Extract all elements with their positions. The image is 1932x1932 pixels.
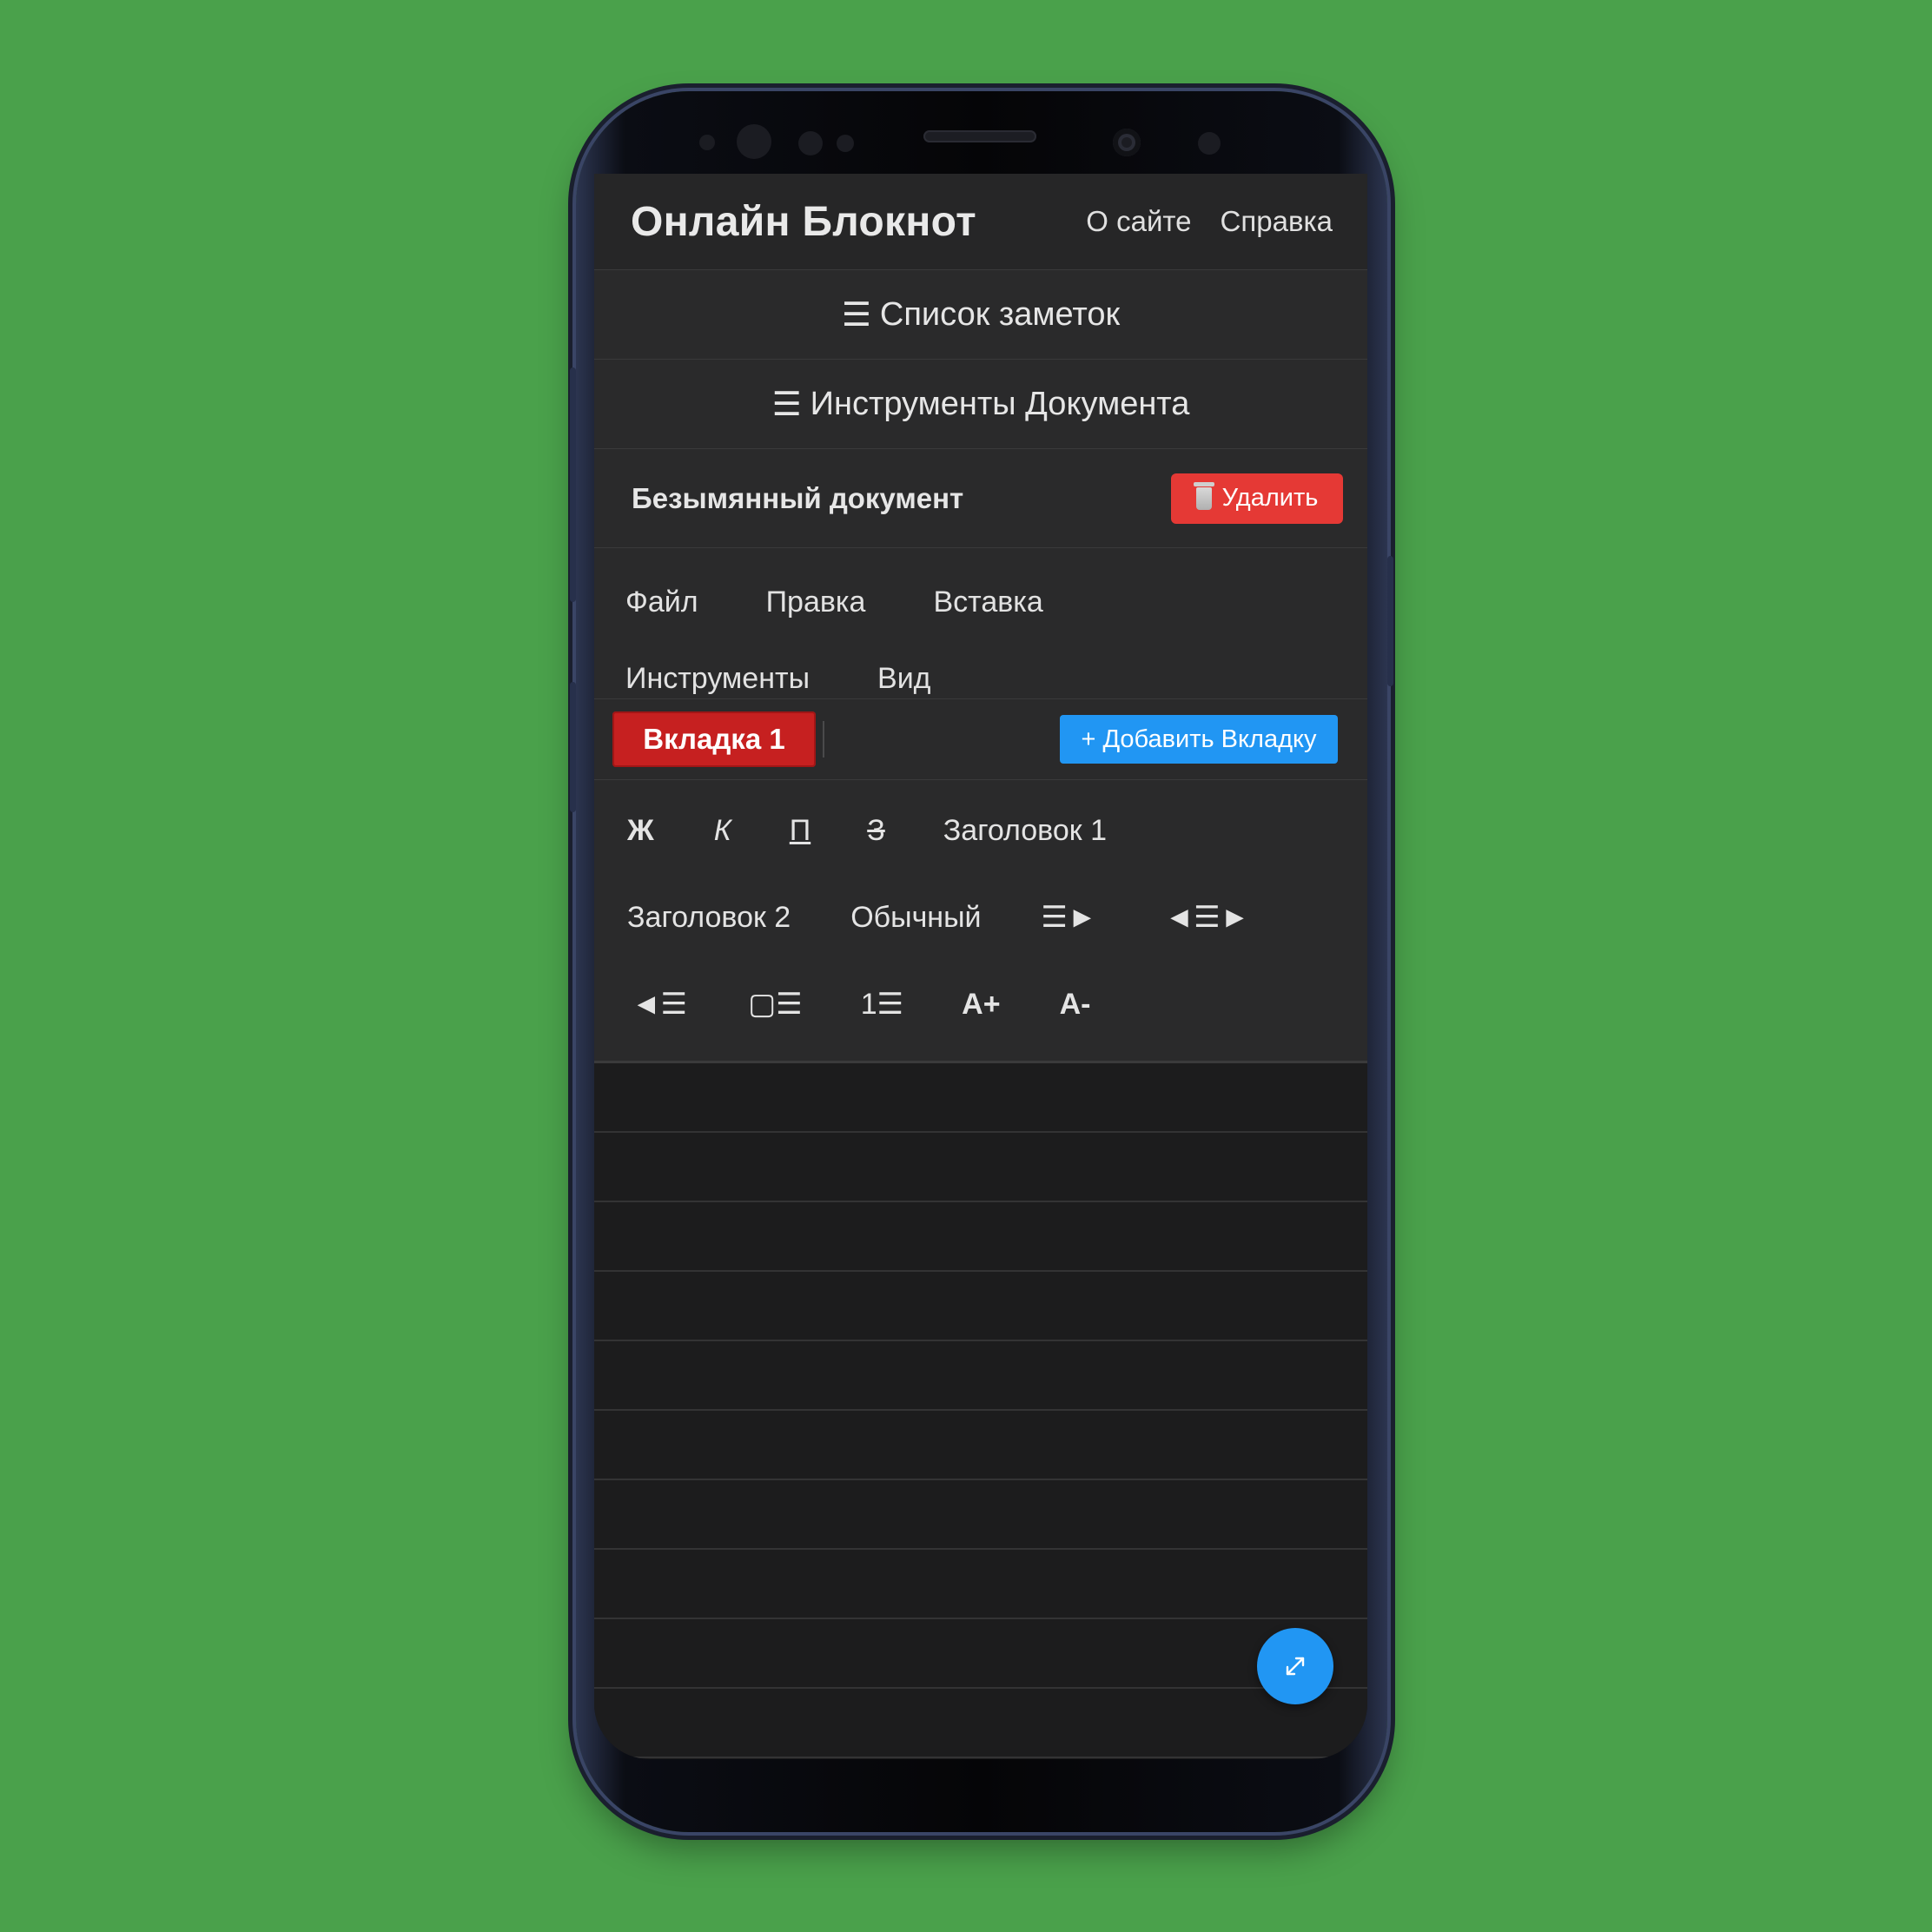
format-toolbar: Ж К П З Заголовок 1 Заголовок 2 Обычный …: [594, 780, 1367, 1063]
screen: Онлайн Блокнот О сайте Справка ☰ Список …: [594, 174, 1367, 1759]
tabs-bar: Вкладка 1 + Добавить Вкладку: [594, 699, 1367, 780]
doc-tools-label: Инструменты Документа: [810, 385, 1190, 422]
numbered-list-button[interactable]: 1☰: [861, 987, 903, 1022]
volume-up-button: [570, 367, 576, 602]
strikethrough-button[interactable]: З: [867, 814, 885, 848]
nav-help-link[interactable]: Справка: [1221, 205, 1333, 238]
align-right-button[interactable]: ☰►: [1042, 900, 1097, 935]
led-indicator: [837, 135, 854, 152]
heading-2-button[interactable]: Заголовок 2: [627, 901, 791, 935]
format-row-2: Заголовок 2 Обычный ☰► ◄☰►: [623, 874, 1367, 961]
app-bar: Онлайн Блокнот О сайте Справка: [594, 174, 1367, 270]
heading-1-button[interactable]: Заголовок 1: [943, 814, 1107, 848]
menu-insert[interactable]: Вставка: [933, 586, 1042, 619]
fullscreen-button[interactable]: [1257, 1628, 1333, 1704]
app-title: Онлайн Блокнот: [631, 198, 976, 245]
expand-arrows-icon: [1286, 1657, 1305, 1676]
tab-divider: [823, 721, 824, 758]
font-decrease-button[interactable]: A-: [1060, 988, 1091, 1022]
format-row-1: Ж К П З Заголовок 1: [623, 787, 1367, 874]
front-camera: [1113, 129, 1141, 156]
delete-label: Удалить: [1221, 484, 1319, 512]
power-button: [1387, 556, 1393, 686]
menu-icon: ☰: [771, 386, 802, 423]
menu-row-1: Файл Правка Вставка: [625, 564, 1367, 640]
menu-tools[interactable]: Инструменты: [625, 662, 810, 696]
proximity-sensor: [699, 135, 715, 150]
document-header: Безымянный документ Удалить: [594, 449, 1367, 548]
earpiece-speaker: [923, 130, 1036, 142]
font-increase-button[interactable]: A+: [962, 988, 1000, 1022]
trash-icon: [1193, 481, 1214, 510]
bullet-list-button[interactable]: ▢☰: [748, 987, 803, 1022]
document-title[interactable]: Безымянный документ: [632, 482, 1171, 515]
notes-list-label: Список заметок: [879, 295, 1121, 333]
iris-led: [1198, 132, 1221, 155]
format-row-3: ◄☰ ▢☰ 1☰ A+ A-: [623, 961, 1367, 1048]
bold-button[interactable]: Ж: [627, 814, 654, 848]
normal-text-button[interactable]: Обычный: [850, 901, 981, 935]
menu-bar: Файл Правка Вставка Инструменты Вид: [594, 548, 1367, 699]
italic-button[interactable]: К: [714, 814, 731, 848]
add-tab-button[interactable]: + Добавить Вкладку: [1060, 715, 1338, 764]
menu-edit[interactable]: Правка: [766, 586, 866, 619]
align-left-button[interactable]: ◄☰: [632, 987, 687, 1022]
editor-area[interactable]: [594, 1063, 1367, 1758]
notes-list-toggle[interactable]: ☰ Список заметок: [594, 270, 1367, 360]
nav-about-link[interactable]: О сайте: [1086, 205, 1191, 238]
menu-view[interactable]: Вид: [877, 662, 931, 696]
iris-scanner: [737, 124, 771, 159]
delete-button[interactable]: Удалить: [1171, 473, 1343, 524]
phone-frame: Онлайн Блокнот О сайте Справка ☰ Список …: [570, 91, 1393, 1832]
doc-tools-toggle[interactable]: ☰ Инструменты Документа: [594, 360, 1367, 449]
underline-button[interactable]: П: [790, 814, 811, 848]
tab-1[interactable]: Вкладка 1: [612, 711, 816, 767]
align-center-button[interactable]: ◄☰►: [1165, 900, 1250, 935]
bixby-button: [570, 682, 576, 812]
menu-file[interactable]: Файл: [625, 586, 698, 619]
light-sensor: [798, 131, 823, 155]
menu-icon: ☰: [841, 296, 871, 334]
